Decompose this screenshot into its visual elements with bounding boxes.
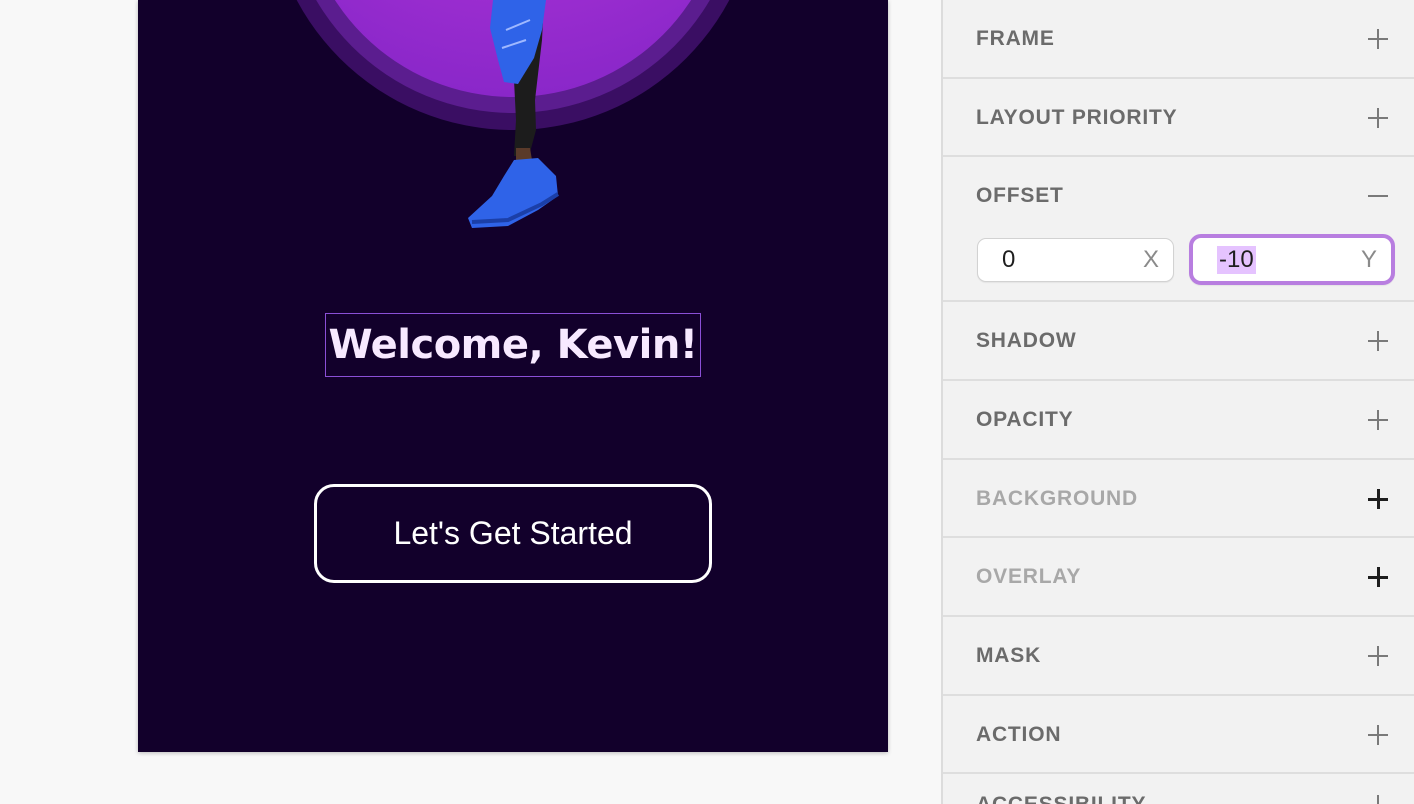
section-title: LAYOUT PRIORITY [976, 106, 1178, 129]
section-layout-priority-header[interactable]: LAYOUT PRIORITY [943, 79, 1414, 157]
section-title: ACCESSIBILITY [976, 793, 1146, 804]
section-frame-header[interactable]: FRAME [943, 0, 1414, 78]
section-layout-priority: LAYOUT PRIORITY [943, 79, 1414, 157]
section-offset-header[interactable]: OFFSET [943, 157, 1414, 235]
offset-y-label: Y [1360, 245, 1377, 273]
plus-icon[interactable] [1366, 27, 1390, 51]
plus-icon[interactable] [1366, 487, 1390, 511]
section-action: ACTION [943, 696, 1414, 774]
offset-x-label: X [1142, 246, 1159, 273]
section-opacity: OPACITY [943, 381, 1414, 460]
offset-y-field[interactable]: -10 Y [1189, 234, 1395, 285]
section-overlay: OVERLAY [943, 538, 1414, 617]
section-action-header[interactable]: ACTION [943, 696, 1414, 774]
section-title: ACTION [976, 723, 1062, 746]
plus-icon[interactable] [1366, 106, 1390, 130]
section-accessibility-header[interactable]: ACCESSIBILITY [943, 774, 1414, 804]
design-canvas[interactable]: Welcome, Kevin! Let's Get Started [0, 0, 941, 804]
plus-icon[interactable] [1366, 408, 1390, 432]
get-started-button[interactable]: Let's Get Started [314, 484, 712, 583]
plus-icon[interactable] [1366, 329, 1390, 353]
inspector-panel: FRAME LAYOUT PRIORITY OFFSET 0 X -10 Y S… [941, 0, 1414, 804]
section-title: OPACITY [976, 408, 1074, 431]
section-mask: MASK [943, 617, 1414, 696]
section-title: BACKGROUND [976, 487, 1138, 510]
section-title: MASK [976, 644, 1042, 667]
section-shadow: SHADOW [943, 302, 1414, 381]
offset-y-value[interactable]: -10 [1217, 245, 1256, 274]
welcome-text-selection[interactable]: Welcome, Kevin! [325, 313, 701, 377]
offset-x-field[interactable]: 0 X [977, 238, 1174, 282]
section-opacity-header[interactable]: OPACITY [943, 381, 1414, 459]
section-shadow-header[interactable]: SHADOW [943, 302, 1414, 380]
section-overlay-header[interactable]: OVERLAY [943, 538, 1414, 616]
section-title: SHADOW [976, 329, 1077, 352]
offset-x-value[interactable]: 0 [1002, 246, 1015, 274]
section-title: FRAME [976, 27, 1055, 50]
section-mask-header[interactable]: MASK [943, 617, 1414, 695]
section-frame: FRAME [943, 0, 1414, 79]
welcome-heading: Welcome, Kevin! [328, 322, 698, 368]
phone-screen-preview[interactable]: Welcome, Kevin! Let's Get Started [138, 0, 888, 752]
section-background-header[interactable]: BACKGROUND [943, 460, 1414, 538]
section-background: BACKGROUND [943, 460, 1414, 538]
minus-icon[interactable] [1366, 184, 1390, 208]
plus-icon[interactable] [1366, 793, 1390, 804]
plus-icon[interactable] [1366, 723, 1390, 747]
section-title: OFFSET [976, 184, 1064, 207]
hero-illustration [296, 0, 730, 228]
section-title: OVERLAY [976, 565, 1082, 588]
section-accessibility: ACCESSIBILITY [943, 774, 1414, 804]
plus-icon[interactable] [1366, 644, 1390, 668]
plus-icon[interactable] [1366, 565, 1390, 589]
